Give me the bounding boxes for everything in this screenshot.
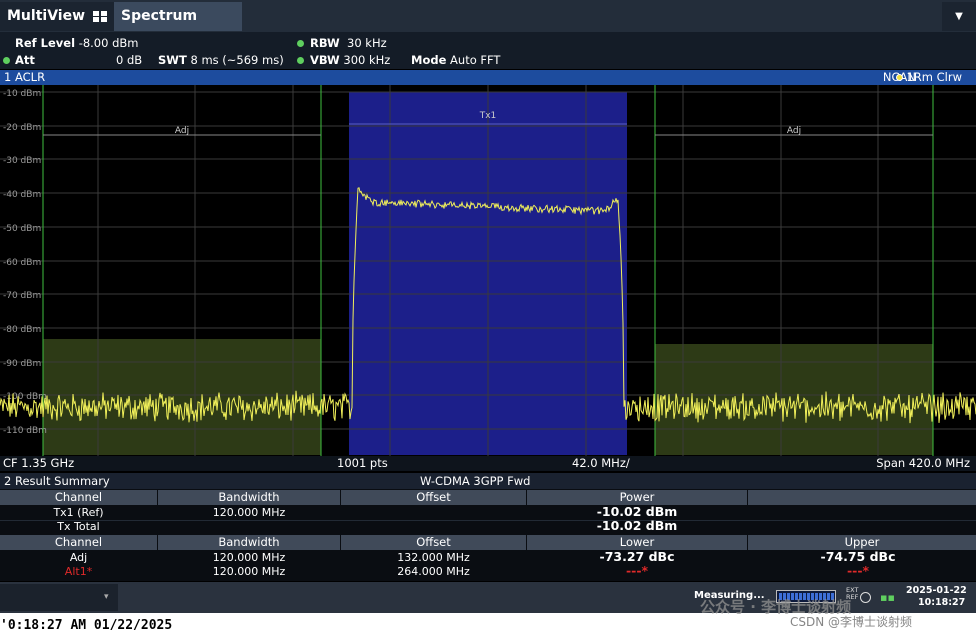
y-tick-label: -40 dBm bbox=[3, 190, 41, 200]
adj-bandwidth: 120.000 MHz bbox=[212, 551, 286, 564]
multiview-grid-icon bbox=[93, 11, 107, 22]
result-summary-header[interactable]: 2 Result Summary W-CDMA 3GPP Fwd bbox=[0, 473, 976, 489]
tab-spectrum[interactable]: Spectrum bbox=[114, 2, 242, 31]
rbw-status-icon bbox=[297, 40, 304, 47]
tx-total-channel: Tx Total bbox=[57, 520, 100, 533]
att-label: Att bbox=[15, 53, 35, 67]
col-bandwidth: Bandwidth bbox=[158, 490, 340, 505]
rbw[interactable]: RBW 30 kHz bbox=[310, 36, 387, 50]
y-tick-label: -50 dBm bbox=[3, 224, 41, 234]
vbw-label: VBW bbox=[310, 53, 340, 67]
tx1-power: -10.02 dBm bbox=[596, 504, 678, 519]
frequency-per-div: 42.0 MHz/ bbox=[572, 456, 630, 470]
alt1-upper: ---* bbox=[846, 563, 870, 578]
tx-total-power: -10.02 dBm bbox=[596, 518, 678, 533]
ref-level-label: Ref Level bbox=[15, 36, 76, 50]
alt1-lower: ---* bbox=[625, 563, 649, 578]
y-tick-label: -110 dBm bbox=[3, 426, 47, 436]
y-tick-label: -30 dBm bbox=[3, 156, 41, 166]
standard-label: W-CDMA 3GPP Fwd bbox=[420, 474, 531, 488]
tab-spectrum-label: Spectrum bbox=[121, 8, 198, 24]
att-status-icon bbox=[3, 57, 10, 64]
col2-channel: Channel bbox=[0, 535, 157, 550]
trace-info: 1Rm Clrw bbox=[896, 70, 962, 85]
col-empty bbox=[748, 490, 976, 505]
vbw[interactable]: VBW 300 kHz bbox=[310, 53, 390, 67]
chevron-down-icon[interactable]: ▼ bbox=[942, 2, 976, 31]
tx-label: Tx1 bbox=[479, 111, 497, 121]
y-tick-label: -20 dBm bbox=[3, 123, 41, 133]
analyzer-window: MultiView Spectrum ▼ Ref Level -8.00 dBm… bbox=[0, 0, 976, 613]
center-frequency[interactable]: CF 1.35 GHz bbox=[3, 456, 74, 471]
chevron-down-icon: ▾ bbox=[104, 592, 109, 602]
col2-bandwidth: Bandwidth bbox=[158, 535, 340, 550]
ref-level-value: -8.00 dBm bbox=[78, 36, 139, 50]
status-date: 2025-01-22 bbox=[906, 585, 967, 596]
swt-value: 8 ms (~569 ms) bbox=[190, 53, 284, 67]
alt1-offset: 264.000 MHz bbox=[397, 565, 470, 578]
screenshot-timestamp: '0:18:27 AM 01/22/2025 bbox=[0, 618, 173, 633]
adj-upper: -74.75 dBc bbox=[820, 549, 896, 564]
adj-lower: -73.27 dBc bbox=[599, 549, 675, 564]
network-icon: ▪▪ bbox=[880, 591, 895, 604]
span[interactable]: Span 420.0 MHz bbox=[876, 456, 970, 471]
tab-bar: MultiView Spectrum ▼ bbox=[0, 0, 976, 32]
vbw-status-icon bbox=[297, 57, 304, 64]
adj-right-label: Adj bbox=[787, 126, 801, 136]
vbw-value: 300 kHz bbox=[343, 53, 391, 67]
diagram-title: 1 ACLR bbox=[4, 70, 46, 84]
mode-value: Auto FFT bbox=[450, 53, 501, 67]
y-tick-label: -80 dBm bbox=[3, 325, 41, 335]
swt[interactable]: SWT 8 ms (~569 ms) bbox=[158, 53, 284, 67]
plot-footer: CF 1.35 GHz 1001 pts 42.0 MHz/ Span 420.… bbox=[0, 456, 976, 471]
trace-label: 1Rm Clrw bbox=[906, 70, 962, 84]
alt1-bandwidth: 120.000 MHz bbox=[212, 565, 286, 578]
att[interactable]: Att bbox=[15, 53, 35, 67]
col2-offset: Offset bbox=[341, 535, 526, 550]
tab-multiview-label: MultiView bbox=[7, 8, 86, 24]
status-time: 10:18:27 bbox=[918, 597, 966, 608]
tab-multiview[interactable]: MultiView bbox=[0, 2, 114, 31]
result-table: Channel Bandwidth Offset Power Tx1 (Ref)… bbox=[0, 489, 976, 581]
col-offset: Offset bbox=[341, 490, 526, 505]
mode[interactable]: Mode Auto FFT bbox=[411, 53, 500, 67]
col-channel: Channel bbox=[0, 490, 157, 505]
col-power: Power bbox=[527, 490, 747, 505]
watermark-csdn: CSDN @李博士谈射频 bbox=[790, 615, 913, 629]
ext-ref-icon bbox=[860, 592, 871, 603]
diagram-header[interactable]: 1 ACLR NCAN 1Rm Clrw bbox=[0, 70, 976, 85]
rbw-value: 30 kHz bbox=[347, 36, 387, 50]
y-tick-label: -10 dBm bbox=[3, 89, 41, 99]
sweep-points: 1001 pts bbox=[337, 456, 388, 470]
att-value: 0 dB bbox=[116, 53, 143, 67]
y-tick-label: -90 dBm bbox=[3, 359, 41, 369]
tx1-bandwidth: 120.000 MHz bbox=[212, 506, 286, 519]
adj-left-label: Adj bbox=[175, 126, 189, 136]
trace-dot-icon bbox=[896, 74, 904, 81]
result-summary-title: 2 Result Summary bbox=[4, 474, 110, 488]
col2-lower: Lower bbox=[527, 535, 747, 550]
spectrum-plot[interactable]: -10 dBm -20 dBm -30 dBm -40 dBm -50 dBm -60 d… bbox=[0, 85, 976, 456]
ref-level[interactable]: Ref Level -8.00 dBm bbox=[15, 36, 139, 50]
settings-bar: Ref Level -8.00 dBm Att 0 dB SWT 8 ms (~… bbox=[0, 32, 976, 69]
adj-channel: Adj bbox=[69, 551, 88, 564]
tx1-channel: Tx1 (Ref) bbox=[53, 506, 104, 519]
swt-label: SWT bbox=[158, 53, 187, 67]
col2-upper: Upper bbox=[748, 535, 976, 550]
status-dropdown[interactable]: ▾ bbox=[0, 584, 118, 611]
adj-left-band bbox=[43, 339, 321, 455]
alt1-channel: Alt1* bbox=[64, 565, 93, 578]
y-tick-label: -70 dBm bbox=[3, 291, 41, 301]
rbw-label: RBW bbox=[310, 36, 340, 50]
adj-offset: 132.000 MHz bbox=[397, 551, 470, 564]
y-tick-label: -60 dBm bbox=[3, 258, 41, 268]
mode-label: Mode bbox=[411, 53, 447, 67]
